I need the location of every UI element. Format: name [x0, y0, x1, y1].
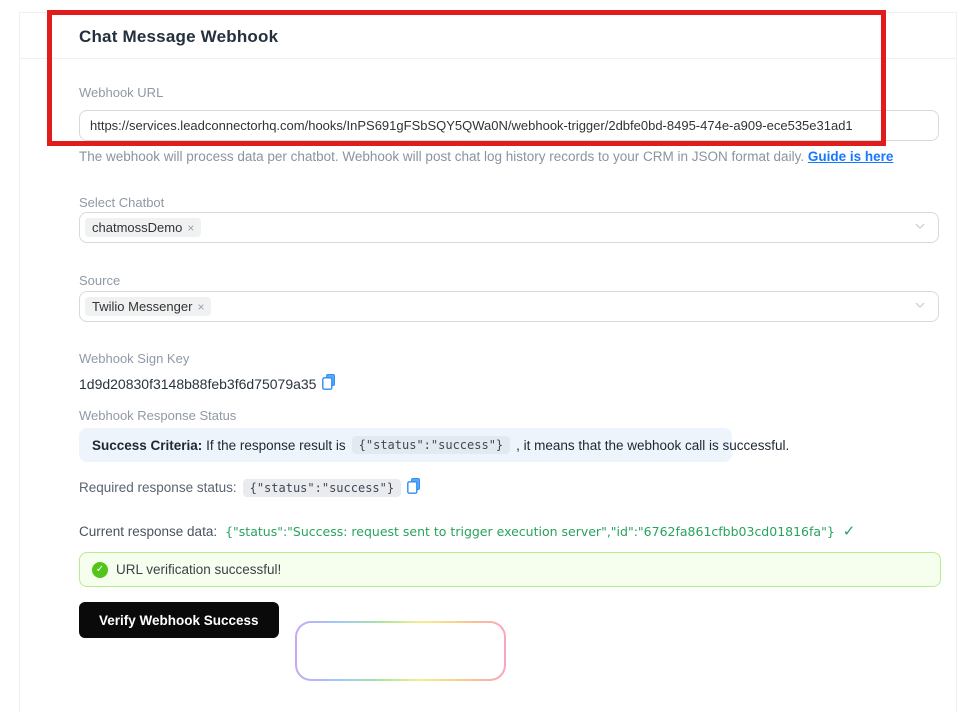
chevron-down-icon: [914, 219, 926, 237]
source-tag: Twilio Messenger ×: [85, 297, 212, 316]
verify-webhook-button[interactable]: Verify Webhook Success: [79, 602, 279, 638]
criteria-text-pre: If the response result is: [206, 437, 346, 453]
webhook-url-label: Webhook URL: [79, 85, 164, 100]
check-icon: ✓: [842, 523, 856, 540]
criteria-text-post: , it means that the webhook call is succ…: [516, 437, 790, 453]
select-chatbot-label: Select Chatbot: [79, 195, 165, 210]
current-response-value: {"status":"Success: request sent to trig…: [225, 523, 835, 539]
helper-text: The webhook will process data per chatbo…: [79, 149, 808, 164]
sign-key-label: Webhook Sign Key: [79, 351, 190, 366]
verification-success-alert: ✓ URL verification successful!: [79, 552, 941, 587]
required-status-label: Required response status:: [79, 480, 237, 495]
webhook-url-helper: The webhook will process data per chatbo…: [79, 149, 939, 164]
chatbot-tag-label: chatmossDemo: [92, 220, 183, 235]
rainbow-border-panel: [295, 621, 506, 681]
source-tag-label: Twilio Messenger: [92, 299, 193, 314]
chatbot-tag: chatmossDemo ×: [85, 218, 202, 237]
copy-icon[interactable]: [322, 374, 336, 393]
page-title: Chat Message Webhook: [79, 27, 279, 46]
card-header: Chat Message Webhook: [20, 13, 956, 59]
copy-icon[interactable]: [407, 478, 421, 497]
required-status-code: {"status":"success"}: [242, 478, 402, 497]
sign-key-row: 1d9d20830f3148b88feb3f6d75079a35: [79, 374, 336, 393]
webhook-url-input[interactable]: [79, 110, 939, 141]
chatbot-tag-remove-icon[interactable]: ×: [187, 221, 194, 235]
current-response-label: Current response data:: [79, 523, 218, 539]
guide-link[interactable]: Guide is here: [808, 149, 894, 164]
current-response-row: Current response data: {"status":"Succes…: [79, 522, 855, 540]
sign-key-value: 1d9d20830f3148b88feb3f6d75079a35: [79, 375, 317, 392]
success-check-icon: ✓: [92, 561, 108, 578]
response-status-label: Webhook Response Status: [79, 408, 237, 423]
criteria-code: {"status":"success"}: [351, 436, 511, 454]
chatbot-select[interactable]: chatmossDemo ×: [79, 212, 939, 243]
source-select[interactable]: Twilio Messenger ×: [79, 291, 939, 322]
source-label: Source: [79, 273, 121, 288]
alert-text: URL verification successful!: [116, 562, 282, 577]
success-criteria-box: Success Criteria: If the response result…: [79, 428, 789, 462]
chevron-down-icon: [914, 298, 926, 316]
source-tag-remove-icon[interactable]: ×: [197, 300, 204, 314]
criteria-title: Success Criteria:: [92, 437, 203, 453]
required-status-row: Required response status: {"status":"suc…: [79, 478, 421, 497]
webhook-settings-card: Chat Message Webhook Webhook URL The web…: [19, 12, 957, 712]
